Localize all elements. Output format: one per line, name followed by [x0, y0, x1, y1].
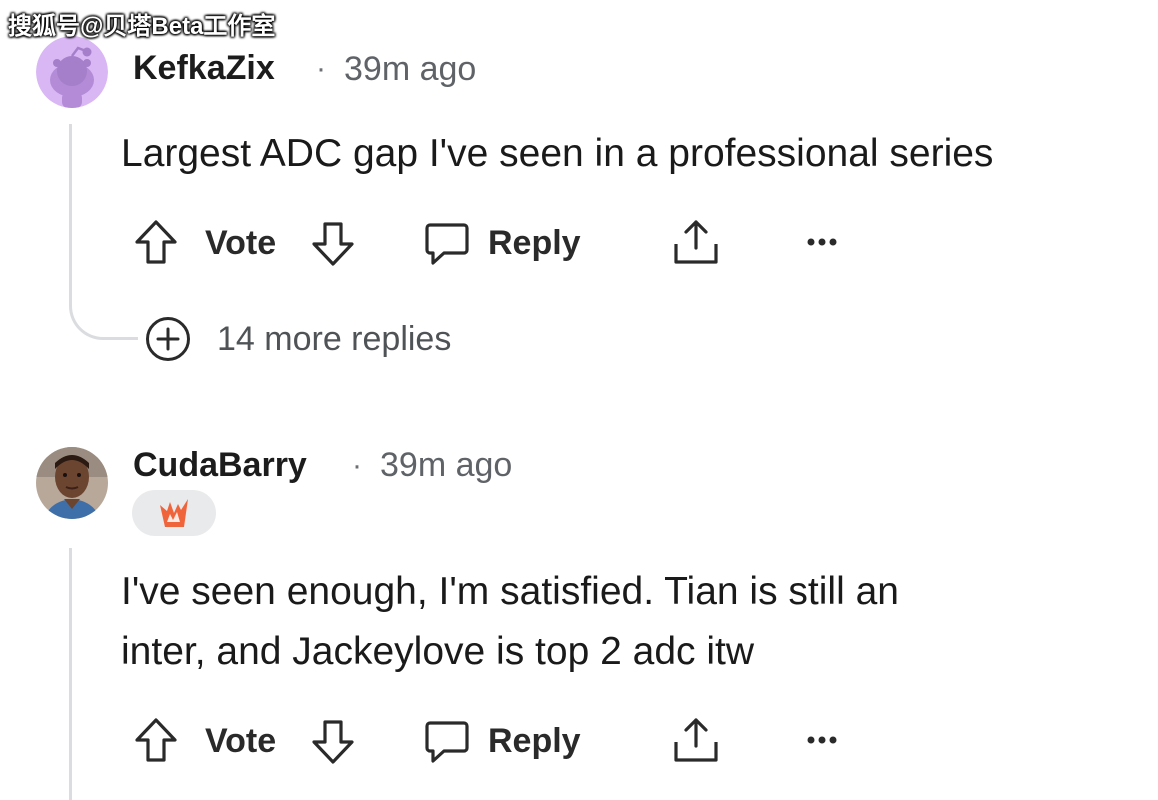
comment-2-body-line-1: I've seen enough, I'm satisfied. Tian is… — [121, 570, 899, 613]
flair-badge-icon — [160, 499, 188, 527]
comment-1-share-button[interactable] — [672, 218, 720, 266]
speech-bubble-icon — [425, 223, 469, 265]
more-replies-button[interactable]: 14 more replies — [145, 316, 451, 362]
more-replies-label: 14 more replies — [217, 319, 452, 358]
comment-1-more-button[interactable] — [806, 236, 838, 248]
comment-1-username[interactable]: KefkaZix — [133, 49, 275, 88]
comment-1-reply-label: Reply — [488, 223, 581, 262]
arrow-down-icon — [312, 222, 354, 266]
arrow-up-icon — [135, 220, 177, 264]
user-photo-icon — [36, 447, 108, 519]
comment-2-share-button[interactable] — [672, 716, 720, 764]
comment-2-reply-label: Reply — [488, 721, 581, 760]
watermark: 搜狐号@贝塔Beta工作室 — [8, 13, 276, 40]
comment-2-username[interactable]: CudaBarry — [133, 446, 307, 485]
speech-bubble-icon — [425, 721, 469, 763]
more-options-icon — [807, 736, 837, 744]
plus-circle-icon — [146, 317, 190, 361]
comment-2-body-line-2: inter, and Jackeylove is top 2 adc itw — [121, 630, 755, 673]
comment-1-downvote-button[interactable] — [310, 220, 356, 268]
arrow-up-icon — [135, 718, 177, 762]
comment-2-separator: · — [352, 449, 362, 482]
comment-2-upvote-button[interactable] — [133, 716, 179, 764]
share-icon — [674, 220, 718, 264]
avatar-kefkazix[interactable] — [36, 36, 108, 108]
snoo-avatar-icon — [36, 36, 108, 108]
arrow-down-icon — [312, 720, 354, 764]
comment-2-downvote-button[interactable] — [310, 718, 356, 766]
comment-1-vote-label: Vote — [205, 224, 277, 262]
comment-1-separator: · — [316, 52, 326, 85]
more-options-icon — [807, 238, 837, 246]
comment-2-timestamp: 39m ago — [380, 446, 513, 484]
user-flair — [132, 490, 216, 536]
comment-2-vote-label: Vote — [205, 722, 277, 760]
avatar-cudabarry[interactable] — [36, 447, 108, 519]
comment-2-more-button[interactable] — [806, 734, 838, 746]
comment-1-timestamp: 39m ago — [344, 50, 477, 88]
comment-1-reply-button[interactable]: Reply — [424, 220, 581, 266]
share-icon — [674, 718, 718, 762]
comment-1-body: Largest ADC gap I've seen in a professio… — [121, 132, 994, 175]
comment-1-upvote-button[interactable] — [133, 218, 179, 266]
thread-branch-curve — [69, 290, 138, 340]
thread-line-1 — [69, 124, 72, 294]
thread-line-2 — [69, 548, 72, 800]
comment-2-reply-button[interactable]: Reply — [424, 718, 581, 764]
